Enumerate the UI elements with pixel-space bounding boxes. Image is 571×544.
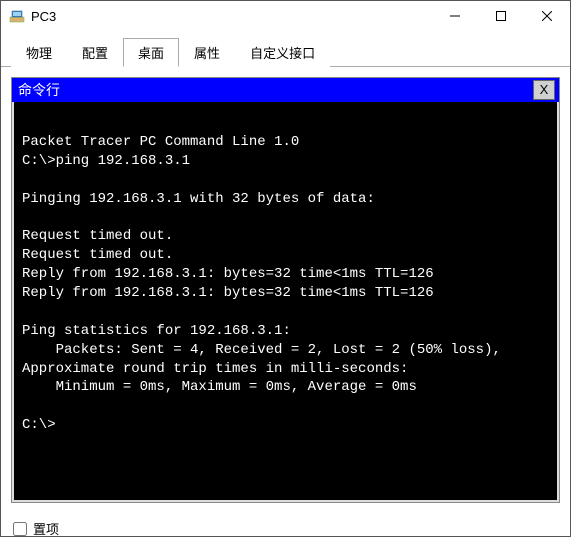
close-button[interactable] [524, 1, 570, 31]
command-prompt-close-button[interactable]: X [533, 80, 555, 100]
maximize-button[interactable] [478, 1, 524, 31]
tab-physical[interactable]: 物理 [11, 38, 67, 67]
top-checkbox[interactable] [13, 522, 27, 536]
command-prompt-title: 命令行 [18, 80, 533, 100]
app-icon [9, 8, 25, 24]
maximize-icon [496, 11, 506, 21]
tab-bar: 物理 配置 桌面 属性 自定义接口 [1, 31, 570, 67]
top-checkbox-label: 置项 [33, 519, 59, 538]
minimize-icon [450, 11, 460, 21]
window-title: PC3 [31, 9, 56, 24]
tab-config[interactable]: 配置 [67, 38, 123, 67]
content-area: 命令行 X Packet Tracer PC Command Line 1.0 … [1, 67, 570, 513]
minimize-button[interactable] [432, 1, 478, 31]
close-icon [542, 11, 552, 21]
command-prompt-window: 命令行 X Packet Tracer PC Command Line 1.0 … [11, 77, 560, 503]
command-prompt-titlebar[interactable]: 命令行 X [12, 78, 559, 102]
tab-custom-interface[interactable]: 自定义接口 [235, 38, 330, 67]
window-titlebar[interactable]: PC3 [1, 1, 570, 31]
tab-desktop[interactable]: 桌面 [123, 38, 179, 67]
tab-attributes[interactable]: 属性 [179, 38, 235, 67]
footer: 置项 [1, 513, 570, 544]
terminal-output[interactable]: Packet Tracer PC Command Line 1.0 C:\>pi… [12, 102, 559, 502]
